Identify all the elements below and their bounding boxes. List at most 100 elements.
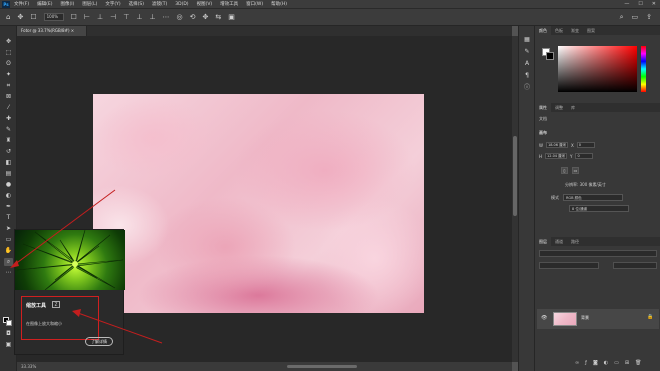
blur-tool-icon[interactable]: ● <box>4 181 13 189</box>
menu-image[interactable]: 图像(I) <box>60 1 74 8</box>
menu-select[interactable]: 选择(S) <box>129 1 144 8</box>
align-left-icon[interactable]: ⊢ <box>84 13 90 21</box>
tab-channels[interactable]: 通道 <box>551 237 567 246</box>
menu-help[interactable]: 帮助(H) <box>271 1 287 8</box>
align-bottom-icon[interactable]: ⊥ <box>149 13 155 21</box>
rotate-3d-icon[interactable]: ⟲ <box>190 13 196 21</box>
opacity-field[interactable] <box>613 262 657 269</box>
move-tool-icon[interactable]: ✥ <box>17 13 23 21</box>
link-layers-icon[interactable]: ∞ <box>575 360 579 366</box>
height-field[interactable]: 12.04 厘米 <box>545 153 568 159</box>
slide-3d-icon[interactable]: ⇆ <box>215 13 221 21</box>
tab-swatches[interactable]: 色板 <box>551 26 567 35</box>
y-field[interactable]: 0 <box>575 153 594 159</box>
menu-type[interactable]: 文字(Y) <box>105 1 120 8</box>
x-field[interactable]: 0 <box>576 142 595 148</box>
workspace-icon[interactable]: ▭ <box>632 13 639 22</box>
new-group-icon[interactable]: ▭ <box>614 360 619 366</box>
align-middle-icon[interactable]: ⊥ <box>136 13 142 21</box>
bit-depth-dropdown[interactable]: 8 位/通道 <box>569 205 629 212</box>
width-field[interactable]: 18.06 厘米 <box>545 142 568 148</box>
clone-stamp-tool-icon[interactable]: ♜ <box>4 137 13 145</box>
menu-layer[interactable]: 图层(L) <box>82 1 97 8</box>
pen-tool-icon[interactable]: ✒ <box>4 203 13 211</box>
type-tool-icon[interactable]: T <box>4 214 13 222</box>
brush-settings-icon[interactable]: ✎ <box>523 48 531 56</box>
tab-gradients[interactable]: 渐变 <box>567 26 583 35</box>
maximize-icon[interactable]: ☐ <box>638 1 642 8</box>
menu-edit[interactable]: 编辑(E) <box>37 1 52 8</box>
pan-3d-icon[interactable]: ✥ <box>203 13 209 21</box>
3d-mode-icon[interactable]: ◎ <box>177 13 183 21</box>
menu-window[interactable]: 窗口(W) <box>246 1 263 8</box>
layer-filter-bar[interactable] <box>539 250 657 257</box>
menu-plugins[interactable]: 增效工具 <box>220 1 238 8</box>
marquee-tool-icon[interactable]: ⬚ <box>4 49 13 57</box>
magic-wand-tool-icon[interactable]: ✦ <box>4 71 13 79</box>
lasso-tool-icon[interactable]: ʘ <box>4 60 13 68</box>
paragraph-panel-icon[interactable]: ¶ <box>523 72 531 80</box>
share-icon[interactable]: ⇪ <box>646 13 652 22</box>
horizontal-scrollbar-thumb[interactable] <box>287 365 357 368</box>
adjustment-layer-icon[interactable]: ◐ <box>604 360 608 366</box>
zoom-tool-icon[interactable]: ⌕ <box>4 258 13 266</box>
zoom-field[interactable]: 100% <box>43 13 64 21</box>
tab-layers[interactable]: 图层 <box>535 237 551 246</box>
healing-brush-tool-icon[interactable]: ✚ <box>4 115 13 123</box>
character-panel-icon[interactable]: A <box>523 60 531 68</box>
lock-icon[interactable]: 🔒 <box>647 314 653 320</box>
landscape-icon[interactable]: ▭ <box>572 167 579 174</box>
mode-dropdown[interactable]: RGB 颜色 <box>563 194 623 201</box>
document-tab[interactable]: Fotor @ 33.7%(RGB/8#) × <box>17 26 87 36</box>
auto-select-checkbox-icon[interactable]: ☐ <box>30 13 36 21</box>
color-picker-field[interactable] <box>558 46 637 92</box>
screen-mode-icon[interactable]: ▣ <box>4 341 13 349</box>
align-center-icon[interactable]: ⊥ <box>97 13 103 21</box>
dodge-tool-icon[interactable]: ◐ <box>4 192 13 200</box>
brush-tool-icon[interactable]: ✎ <box>4 126 13 134</box>
history-panel-icon[interactable]: ▦ <box>523 36 531 44</box>
quick-mask-icon[interactable]: ◘ <box>4 330 13 338</box>
path-selection-tool-icon[interactable]: ➤ <box>4 225 13 233</box>
history-brush-tool-icon[interactable]: ↺ <box>4 148 13 156</box>
minimize-icon[interactable]: — <box>624 1 629 8</box>
layer-style-icon[interactable]: ƒ <box>585 360 587 366</box>
transform-controls-icon[interactable]: ☐ <box>71 13 77 21</box>
tab-libraries[interactable]: 库 <box>567 103 579 112</box>
more-options-icon[interactable]: ⋯ <box>163 13 170 21</box>
pink-watercolor-artwork[interactable] <box>93 94 424 313</box>
new-layer-icon[interactable]: ⊞ <box>625 360 629 366</box>
eraser-tool-icon[interactable]: ◧ <box>4 159 13 167</box>
search-icon[interactable]: ⌕ <box>620 13 624 22</box>
tab-adjustments[interactable]: 调整 <box>551 103 567 112</box>
tab-paths[interactable]: 路径 <box>567 237 583 246</box>
frame-tool-icon[interactable]: ⊠ <box>4 93 13 101</box>
blend-mode-dropdown[interactable] <box>539 262 599 269</box>
tab-color[interactable]: 颜色 <box>535 26 551 35</box>
tab-patterns[interactable]: 图案 <box>583 26 599 35</box>
hand-tool-icon[interactable]: ✋ <box>4 247 13 255</box>
align-right-icon[interactable]: ⊣ <box>110 13 116 21</box>
menu-filter[interactable]: 滤镜(T) <box>152 1 167 8</box>
edit-toolbar-icon[interactable]: ⋯ <box>4 269 13 277</box>
vertical-scrollbar-thumb[interactable] <box>513 136 517 216</box>
home-icon[interactable]: ⌂ <box>6 13 10 21</box>
camera-3d-icon[interactable]: ▣ <box>228 13 235 21</box>
portrait-icon[interactable]: ▯ <box>561 167 568 174</box>
learn-more-button[interactable]: 了解详情 <box>85 337 113 346</box>
move-tool-icon[interactable]: ✥ <box>4 38 13 46</box>
menu-view[interactable]: 视图(V) <box>197 1 213 8</box>
tab-properties[interactable]: 属性 <box>535 103 551 112</box>
close-icon[interactable]: ✕ <box>652 1 656 8</box>
hue-slider[interactable] <box>641 46 646 92</box>
menu-file[interactable]: 文件(F) <box>14 1 29 8</box>
delete-layer-icon[interactable]: 🗑 <box>635 360 641 366</box>
info-panel-icon[interactable]: ⓘ <box>523 84 531 92</box>
gradient-tool-icon[interactable]: ▤ <box>4 170 13 178</box>
menu-3d[interactable]: 3D(D) <box>175 1 188 8</box>
layer-row-background[interactable]: 👁 背景 🔒 <box>537 309 659 329</box>
add-mask-icon[interactable]: ◙ <box>593 360 598 366</box>
align-top-icon[interactable]: ⊤ <box>123 13 129 21</box>
background-color-swatch[interactable] <box>6 320 12 326</box>
rectangle-tool-icon[interactable]: ▭ <box>4 236 13 244</box>
